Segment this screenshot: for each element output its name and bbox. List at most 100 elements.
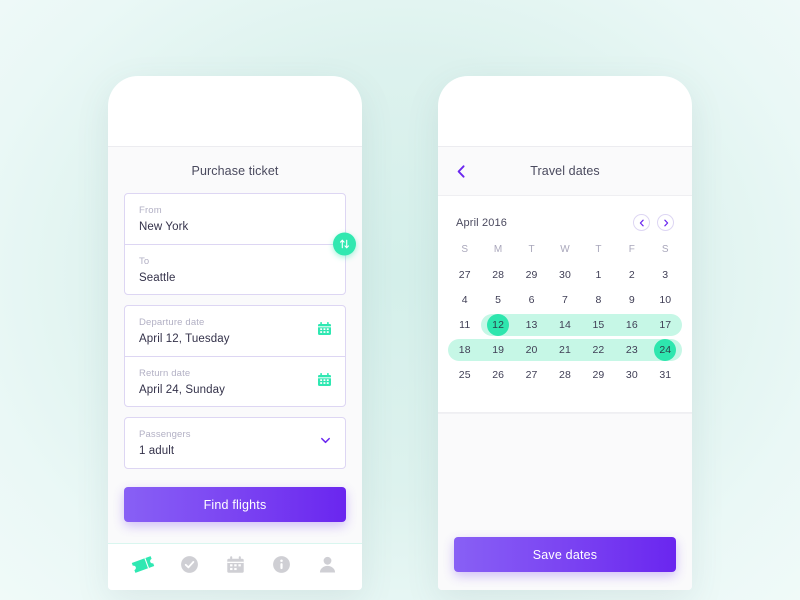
calendar-day[interactable]: 3 [649,269,682,281]
calendar-week-row: 18 19 20 21 22 23 24 [448,338,682,362]
tab-calendar[interactable] [218,550,252,584]
calendar-day[interactable]: 29 [515,269,548,281]
passengers-field[interactable]: Passengers 1 adult [125,418,345,468]
day-initial: M [493,244,503,255]
return-date-label: Return date [139,368,191,379]
passengers-label: Passengers [139,429,191,440]
travel-dates-navbar: Travel dates [438,146,692,196]
calendar-day[interactable]: 28 [481,269,514,281]
calendar-day[interactable]: 13 [515,319,548,331]
save-dates-area: Save dates [438,413,692,590]
tab-profile[interactable] [310,550,344,584]
purchase-ticket-screen: Purchase ticket From New York To Seattle [108,146,362,590]
departure-date-value: April 12, Tuesday [139,333,230,345]
calendar-day[interactable]: 17 [649,319,682,331]
departure-date-label: Departure date [139,317,205,328]
calendar-day[interactable]: 20 [515,344,548,356]
calendar-day[interactable]: 9 [615,294,648,306]
dates-card: Departure date April 12, Tuesday Return … [124,305,346,407]
calendar-day[interactable]: 11 [448,319,481,331]
calendar-icon [226,555,245,579]
day-of-week-row: SMTWTFS [438,231,692,255]
prev-month-button[interactable] [633,214,650,231]
calendar-day[interactable]: 8 [582,294,615,306]
save-dates-button[interactable]: Save dates [454,537,676,572]
next-month-button[interactable] [657,214,674,231]
calendar-day[interactable]: 31 [649,369,682,381]
calendar-day[interactable]: 4 [448,294,481,306]
calendar-icon[interactable] [317,321,332,341]
return-date-field[interactable]: Return date April 24, Sunday [125,356,345,406]
calendar-day[interactable]: 12 [481,314,514,336]
departure-date-field[interactable]: Departure date April 12, Tuesday [125,306,345,356]
calendar-day-selected: 24 [654,339,677,361]
swap-vertical-icon[interactable] [333,232,356,256]
calendar-day[interactable]: 21 [548,344,581,356]
calendar-day[interactable]: 29 [582,369,615,381]
ticket-icon [131,555,155,579]
check-circle-icon [180,555,199,579]
calendar-day[interactable]: 27 [448,269,481,281]
calendar-day[interactable]: 28 [548,369,581,381]
day-initial: S [661,244,669,255]
calendar-day[interactable]: 23 [615,344,648,356]
calendar-day[interactable]: 30 [548,269,581,281]
phone-right: Travel dates April 2016 SMTWTFS 27 28 29 30… [438,76,692,590]
calendar-day[interactable]: 7 [548,294,581,306]
phone-left: Purchase ticket From New York To Seattle [108,76,362,590]
from-label: From [139,205,162,216]
calendar-day[interactable]: 19 [481,344,514,356]
person-icon [318,555,337,579]
info-circle-icon [272,555,291,579]
to-value: Seattle [139,272,176,284]
page-title: Purchase ticket [191,164,279,178]
day-initial: W [560,244,570,255]
calendar-header: April 2016 [438,196,692,231]
calendar-day[interactable]: 22 [582,344,615,356]
passengers-value: 1 adult [139,445,175,457]
calendar-day[interactable]: 16 [615,319,648,331]
from-value: New York [139,221,189,233]
back-button[interactable] [451,161,471,181]
day-initial: F [628,244,635,255]
to-label: To [139,256,150,267]
calendar-week-row: 4 5 6 7 8 9 10 [448,288,682,312]
from-field[interactable]: From New York [125,194,345,244]
calendar-day[interactable]: 24 [649,339,682,361]
bottom-tab-bar [108,543,362,590]
calendar-day[interactable]: 5 [481,294,514,306]
calendar-day[interactable]: 15 [582,319,615,331]
calendar-week-row: 11 12 13 14 15 16 17 [448,313,682,337]
calendar-week-row: 25 26 27 28 29 30 31 [448,363,682,387]
day-initial: T [528,244,535,255]
calendar-day[interactable]: 14 [548,319,581,331]
tab-checkin[interactable] [172,550,206,584]
find-flights-button[interactable]: Find flights [124,487,346,522]
passengers-card[interactable]: Passengers 1 adult [124,417,346,469]
chevron-down-icon[interactable] [319,434,332,452]
to-field[interactable]: To Seattle [125,244,345,294]
calendar-day[interactable]: 25 [448,369,481,381]
calendar-day[interactable]: 10 [649,294,682,306]
calendar-day[interactable]: 18 [448,344,481,356]
tab-tickets[interactable] [126,550,160,584]
calendar-day[interactable]: 1 [582,269,615,281]
day-initial: T [595,244,602,255]
calendar-panel: April 2016 SMTWTFS 27 28 29 30 1 2 3 4 5 6 7 8 9 10 11… [438,196,692,413]
calendar-day[interactable]: 30 [615,369,648,381]
return-date-value: April 24, Sunday [139,384,225,396]
calendar-icon[interactable] [317,372,332,392]
page-title: Travel dates [530,164,600,178]
calendar-day[interactable]: 26 [481,369,514,381]
day-initial: S [461,244,469,255]
tab-info[interactable] [264,550,298,584]
calendar-day-selected: 12 [487,314,510,336]
calendar-week-row: 27 28 29 30 1 2 3 [448,263,682,287]
calendar-weeks: 27 28 29 30 1 2 3 4 5 6 7 8 9 10 11 12 13 14 15 16 17 18 19 20 2… [438,255,692,387]
calendar-day[interactable]: 27 [515,369,548,381]
route-card: From New York To Seattle [124,193,356,295]
calendar-day[interactable]: 6 [515,294,548,306]
calendar-month-label: April 2016 [456,216,508,229]
calendar-day[interactable]: 2 [615,269,648,281]
calendar-nav [633,214,674,231]
